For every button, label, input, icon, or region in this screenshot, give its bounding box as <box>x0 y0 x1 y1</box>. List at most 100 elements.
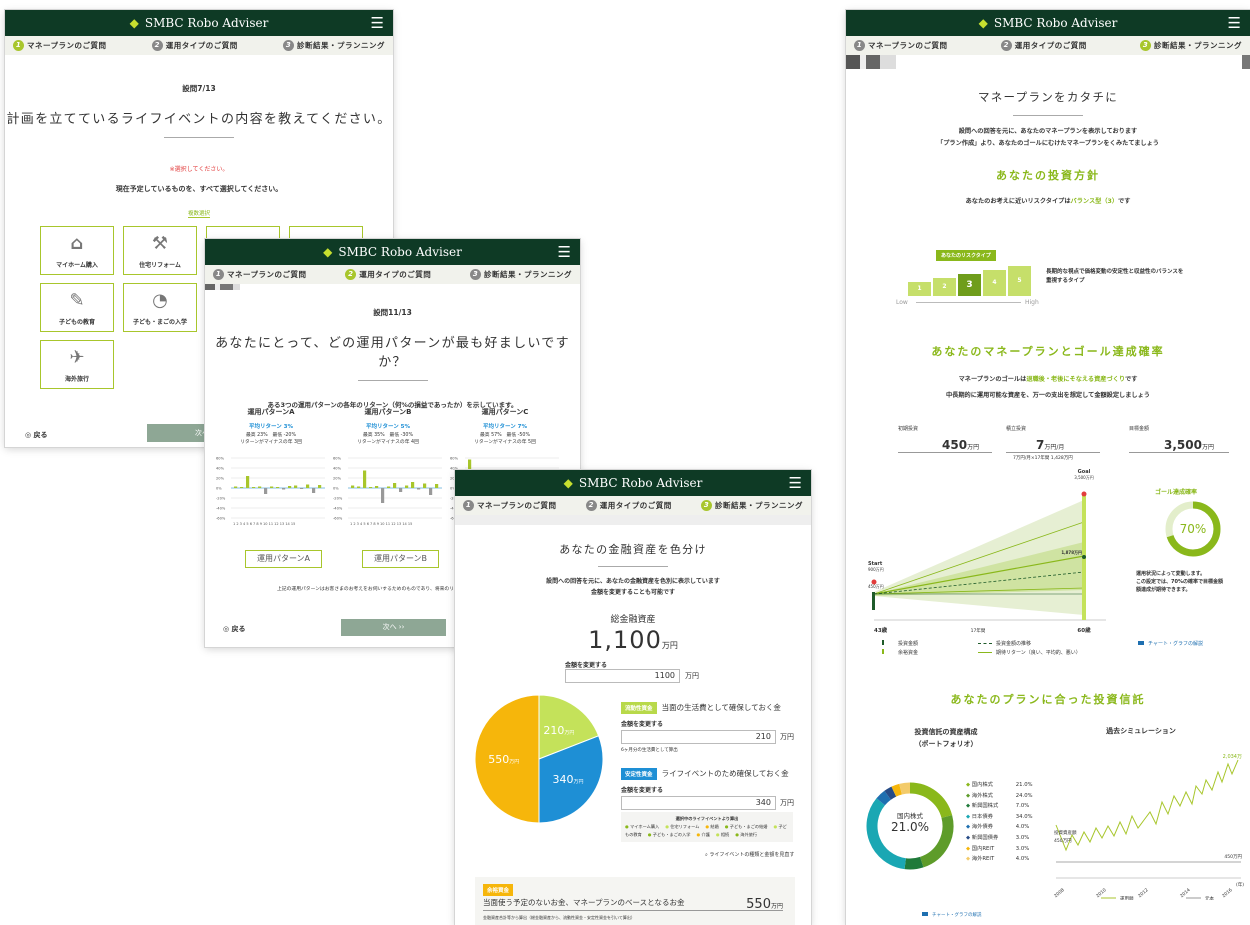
select-pattern-a-button[interactable]: 運用パターンA <box>245 550 322 568</box>
event-item: ● 子ども・まごの結婚 <box>724 824 768 829</box>
header-image-strip <box>205 284 580 290</box>
logo-diamond-icon: ◆ <box>563 476 573 490</box>
back-link[interactable]: ◎ 戻る <box>223 624 246 634</box>
option-reform[interactable]: ⚒ 住宅リフォーム <box>123 226 197 275</box>
return-bar <box>381 488 385 503</box>
return-bar <box>246 476 250 488</box>
progress-steps: 1 マネープランのご質問 2 運用タイプのご質問 3 診断結果・プランニング <box>5 36 393 55</box>
event-item: ● 子ども・まごの入学 <box>647 832 691 837</box>
liquid-tag: 流動性資金 <box>621 702 657 714</box>
plan-projection-chart: Start900万円450万円Goal3,500万円1,878万円43歳 17年間… <box>868 469 1106 634</box>
stable-input[interactable]: 340 <box>621 796 776 810</box>
page-title: あなたの金融資産を色分け <box>559 543 707 556</box>
asset-legend-item: ◆ 新興国株式 7.0% <box>966 803 1030 810</box>
event-item: ● 相続 <box>715 832 730 837</box>
event-item: ● 結婚 <box>705 824 719 829</box>
return-bar <box>258 486 262 488</box>
header-image-strip <box>846 55 1250 69</box>
return-bar <box>399 488 403 492</box>
event-item: ● 住宅リフォーム <box>665 824 700 829</box>
probability-note: 運用状況によって変動します。 この設定では、70%の確率で目標金額 額達成が期待でき… <box>1136 571 1223 593</box>
return-bar <box>270 486 274 488</box>
return-bar <box>264 488 268 494</box>
return-bar <box>240 487 244 488</box>
target-value: 3,500万円 <box>1164 438 1214 452</box>
option-house[interactable]: ⌂ マイホーム購入 <box>40 226 114 275</box>
donut-center-label: 国内株式 21.0% <box>890 812 930 834</box>
donut-slice <box>899 782 911 795</box>
goal-value: 3,500万円 <box>1074 475 1093 480</box>
pattern-name: 運用パターンC <box>481 408 529 416</box>
total-input[interactable]: 1100 <box>565 669 680 683</box>
risk-level-3: 3 <box>958 274 981 296</box>
menu-icon[interactable]: ☰ <box>371 14 384 32</box>
option-travel[interactable]: ✈ 海外旅行 <box>40 340 114 389</box>
simulation-high-label: 2,034万 <box>1223 754 1242 760</box>
option-school-entry[interactable]: ◔ 子ども・まごの入学 <box>123 283 197 332</box>
asset-color-window: ◆ SMBC Robo Adviser ☰ 1 マネープランのご質問 2 運用タイプのご… <box>455 470 811 925</box>
menu-icon[interactable]: ☰ <box>789 474 802 492</box>
return-bar <box>252 487 256 488</box>
asset-legend-item: ◆ 海外債券 4.0% <box>966 824 1030 831</box>
events-box: 選択中のライフイベントより算出 ● マイホーム購入 ● 住宅リフォーム ● 結婚 ● … <box>621 812 793 842</box>
year-label: 2014 <box>1179 887 1192 899</box>
progress-steps: 1 マネープランのご質問 2 運用タイプのご質問 3 診断結果・プランニング <box>846 36 1250 55</box>
x-tick-labels: 1 2 3 4 5 6 7 8 9 10 11 12 13 14 15 <box>233 522 295 526</box>
donut-slice <box>876 790 892 806</box>
return-bar <box>306 484 310 488</box>
liquid-section: 流動性資金 当面の生活費として確保しておく金 金額を変更する 210 万円 6ヶ月… <box>621 702 794 753</box>
fund-title: あなたのプランに合った投資信託 <box>950 693 1146 706</box>
event-item: ● 海外旅行 <box>735 832 758 837</box>
next-button[interactable]: 次へ ›› <box>341 619 446 636</box>
x-tick-labels: 1 2 3 4 5 6 7 8 9 10 11 12 13 14 15 <box>350 522 412 526</box>
accumulate-value: 7万円/月 <box>1036 438 1065 452</box>
chart-guide-link[interactable]: チャート・グラフの解説 <box>1138 640 1203 647</box>
plan-title: あなたのマネープランとゴール達成確率 <box>931 345 1165 358</box>
menu-icon[interactable]: ☰ <box>1228 14 1241 32</box>
pattern-range: 最高 57% 最低 -50% <box>479 433 531 438</box>
start-value: 900万円 <box>868 567 884 572</box>
risk-level-bars: 12345 <box>908 266 1033 296</box>
header-image-strip <box>455 515 811 525</box>
y-tick-label: -20% <box>333 497 343 501</box>
question-counter: 設問11/13 <box>373 308 412 317</box>
progress-steps: 1 マネープランのご質問 2 運用タイプのご質問 3 診断結果・プランニング <box>455 496 811 515</box>
y-tick-label: 20% <box>216 477 225 481</box>
simulation-line <box>1055 759 1239 852</box>
step-1: 1 マネープランのご質問 <box>13 40 107 51</box>
stable-tag: 安定性資金 <box>621 768 657 780</box>
page-title: マネープランをカタチに <box>977 90 1119 104</box>
return-bar <box>318 485 322 488</box>
plane-icon: ✈ <box>69 347 85 368</box>
donut-slice <box>891 783 903 797</box>
app-header: ◆ SMBC Robo Adviser ☰ <box>5 10 393 36</box>
chart-guide-link-2[interactable]: チャート・グラフの解説 <box>922 912 981 918</box>
review-events-link[interactable]: ⌕ ライフイベントの種類と金額を見直す <box>705 851 794 858</box>
disclaimer: 上記の運用パターンはお客さまのお考えをお伺いするためのものであり、将来のリターン… <box>277 587 478 592</box>
risk-type-text: あなたのお考えに近いリスクタイプはバランス型（3）です <box>965 198 1131 205</box>
liquid-input[interactable]: 210 <box>621 730 776 744</box>
event-item: ● マイホーム購入 <box>625 824 660 829</box>
event-item: ● 介護 <box>696 832 710 837</box>
select-pattern-b-button[interactable]: 運用パターンB <box>362 550 439 568</box>
goal-subtext: 中長期的に運用可能な資産を、万一の支出を想定して金額設定しましょう <box>946 392 1150 399</box>
menu-icon[interactable]: ☰ <box>558 243 571 261</box>
pattern-negatives: リターンがマイナスの年 5回 <box>474 440 536 445</box>
unit-label: 万円 <box>685 672 699 680</box>
end-age: 60歳 <box>1077 626 1091 634</box>
pencil-icon: ✎ <box>69 290 85 311</box>
question-title: あなたにとって、どの運用パターンが最も好ましいですか？ <box>215 336 570 370</box>
y-tick-label: -40% <box>216 507 226 511</box>
description-1: 設問への回答を元に、あなたの金融資産を色別に表示しています <box>546 578 720 585</box>
asset-legend-item: ◆ 新興国債券 3.0% <box>966 834 1030 841</box>
total-label: 総金融資産 <box>610 615 656 625</box>
back-link[interactable]: ◎ 戻る <box>25 430 48 440</box>
y-tick-label: 0% <box>216 487 222 491</box>
option-education[interactable]: ✎ 子どもの教育 <box>40 283 114 332</box>
return-bar <box>351 485 355 488</box>
instruction: 現在予定しているものを、すべて選択してください。 <box>115 185 283 193</box>
y-tick-label: 40% <box>333 467 342 471</box>
year-label: 2016 <box>1221 887 1234 899</box>
pattern-avg: 平均リターン 7% <box>483 424 527 430</box>
donut-slice <box>904 856 924 870</box>
